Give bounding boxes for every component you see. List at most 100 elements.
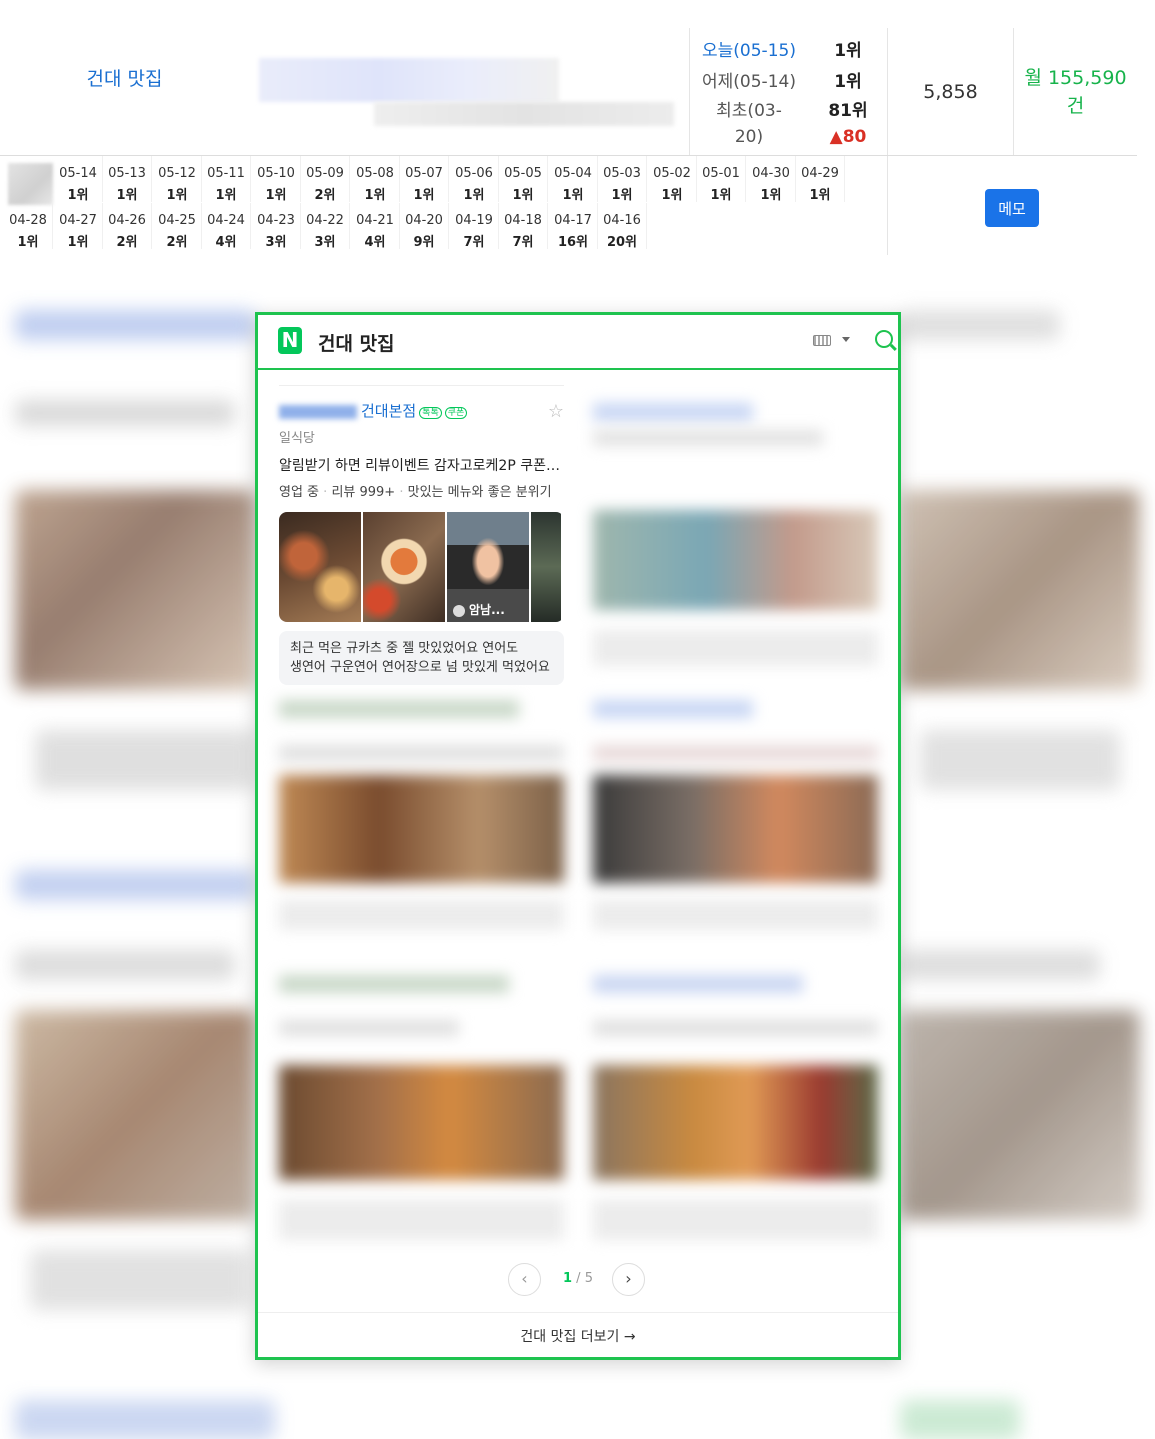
history-rank: 3위 <box>314 235 336 250</box>
keyboard-icon[interactable] <box>813 335 831 346</box>
history-date: 04-16 <box>603 213 641 228</box>
history-rank: 3위 <box>265 235 287 250</box>
review-line: 생연어 구운연어 연어장으로 넘 맛있게 먹었어요 <box>290 660 550 675</box>
today-label: 오늘(05-15) <box>702 41 796 61</box>
history-cell: 04-17 16위 <box>549 203 598 250</box>
photo-strip[interactable]: 암남... <box>279 512 564 622</box>
snippet: 맛있는 메뉴와 좋은 분위기 <box>407 485 552 500</box>
blurred-thumbnail <box>8 163 53 205</box>
review-snippet[interactable]: 최근 먹은 규카츠 중 젤 맛있었어요 연어도 생연어 구운연어 연어장으로 넘… <box>279 631 564 685</box>
yesterday-rank: 1위 <box>834 72 862 92</box>
history-rank: 1위 <box>710 188 732 203</box>
monthly-label-2: 건 <box>1066 94 1085 117</box>
food-photo[interactable] <box>279 512 361 622</box>
history-rank: 9위 <box>413 235 435 250</box>
video-label: 암남... <box>453 601 505 618</box>
place-card[interactable]: 건대본점 톡톡 쿠폰 ☆ 일식당 알림받기 하면 리뷰이벤트 감자고로케2P 쿠폰 … <box>279 385 564 685</box>
history-cell: 05-09 2위 <box>301 156 350 203</box>
blurred-name-prefix <box>279 404 357 419</box>
first-label-1: 최초(03- <box>716 101 782 121</box>
blurred-place-info <box>249 28 689 155</box>
pagination: ‹ 1 / 5 › <box>508 1263 648 1297</box>
history-cell: 04-30 1위 <box>747 156 796 203</box>
video-thumbnail[interactable]: 암남... <box>447 512 529 622</box>
keyword-link[interactable]: 건대 맛집 <box>0 0 249 155</box>
history-cell: 04-21 4위 <box>351 203 400 250</box>
history-date: 05-06 <box>455 166 493 181</box>
history-cell: 04-29 1위 <box>796 156 845 203</box>
review-line: 최근 먹은 규카츠 중 젤 맛있었어요 연어도 <box>290 641 519 656</box>
yesterday-label: 어제(05-14) <box>702 72 796 92</box>
total-pages: 5 <box>584 1271 593 1286</box>
history-rank: 20위 <box>606 235 638 250</box>
history-date: 04-19 <box>455 213 493 228</box>
history-date: 04-21 <box>356 213 394 228</box>
history-date: 04-30 <box>752 166 790 181</box>
history-rank: 1위 <box>17 235 39 250</box>
first-label-2: 20) <box>734 127 764 147</box>
history-rank: 1위 <box>67 188 89 203</box>
coupon-badge: 쿠폰 <box>444 407 468 419</box>
history-rank: 1위 <box>215 188 237 203</box>
history-rank: 1위 <box>364 188 386 203</box>
history-date: 04-23 <box>257 213 295 228</box>
history-cell: 04-28 1위 <box>4 203 53 250</box>
history-rank: 16위 <box>557 235 589 250</box>
history-rank: 1위 <box>116 188 138 203</box>
history-rank: 1위 <box>760 188 782 203</box>
search-result-panel: N 건대 맛집 건대본점 톡톡 쿠폰 ☆ 일식당 알림받기 하면 리뷰이벤트 감자고… <box>255 312 901 1360</box>
history-cell: 05-05 1위 <box>499 156 548 203</box>
history-date: 05-07 <box>405 166 443 181</box>
search-count: 5,858 <box>887 28 1013 155</box>
history-cell: 04-20 9위 <box>400 203 449 250</box>
history-rank: 4위 <box>215 235 237 250</box>
history-date: 05-14 <box>59 166 97 181</box>
first-rank: 81위 <box>828 101 868 121</box>
naver-logo: N <box>278 327 302 354</box>
place-name[interactable]: 건대본점 톡톡 쿠폰 <box>279 400 564 421</box>
place-category: 일식당 <box>279 431 315 446</box>
monthly-volume: 월 155,590 건 <box>1013 28 1137 155</box>
history-cell: 05-03 1위 <box>598 156 647 203</box>
search-icon[interactable] <box>875 330 893 348</box>
place-name-text: 건대본점 <box>361 402 417 420</box>
rank-change: ▲80 <box>829 127 867 147</box>
chevron-down-icon[interactable] <box>842 337 850 342</box>
history-cell: 04-22 3위 <box>301 203 350 250</box>
history-date: 05-01 <box>702 166 740 181</box>
history-rank: 1위 <box>661 188 683 203</box>
history-date: 05-11 <box>207 166 245 181</box>
history-date: 05-04 <box>554 166 592 181</box>
food-photo[interactable] <box>531 512 561 622</box>
rank-column: 오늘(05-15) 1위 어제(05-14) 1위 최초(03- 20) 81위… <box>689 28 887 155</box>
rank-history: 05-14 1위 05-13 1위 05-12 1위 05-11 1위 05-10 1위 05-09… <box>0 156 887 255</box>
place-meta: 영업 중 · 리뷰 999+ · 맛있는 메뉴와 좋은 분위기 <box>279 485 552 500</box>
history-cell: 05-11 1위 <box>202 156 251 203</box>
history-rank: 1위 <box>463 188 485 203</box>
rank-summary-row: 건대 맛집 오늘(05-15) 1위 어제(05-14) 1위 최초(03- 2… <box>0 0 1137 156</box>
prev-page-button[interactable]: ‹ <box>508 1263 541 1296</box>
history-rank: 1위 <box>611 188 633 203</box>
history-cell: 04-16 20위 <box>598 203 647 250</box>
history-cell: 05-10 1위 <box>252 156 301 203</box>
history-date: 04-26 <box>108 213 146 228</box>
history-date: 05-09 <box>306 166 344 181</box>
history-rank: 7위 <box>463 235 485 250</box>
history-cell: 05-13 1위 <box>103 156 152 203</box>
history-rank: 1위 <box>166 188 188 203</box>
today-rank: 1위 <box>834 41 862 61</box>
search-header: N 건대 맛집 <box>258 315 898 370</box>
history-date: 04-28 <box>9 213 47 228</box>
food-photo[interactable] <box>363 512 445 622</box>
history-cell: 04-25 2위 <box>153 203 202 250</box>
more-results-link[interactable]: 건대 맛집 더보기 → <box>258 1312 898 1357</box>
memo-button[interactable]: 메모 <box>985 189 1039 227</box>
history-cell: 05-12 1위 <box>153 156 202 203</box>
history-date: 04-18 <box>504 213 542 228</box>
next-page-button[interactable]: › <box>612 1263 645 1296</box>
open-status: 영업 중 <box>279 485 320 500</box>
history-rank: 1위 <box>512 188 534 203</box>
promo-text: 알림받기 하면 리뷰이벤트 감자고로케2P 쿠폰 증정 <box>279 458 564 474</box>
search-query[interactable]: 건대 맛집 <box>318 329 395 356</box>
star-icon[interactable]: ☆ <box>548 401 564 422</box>
